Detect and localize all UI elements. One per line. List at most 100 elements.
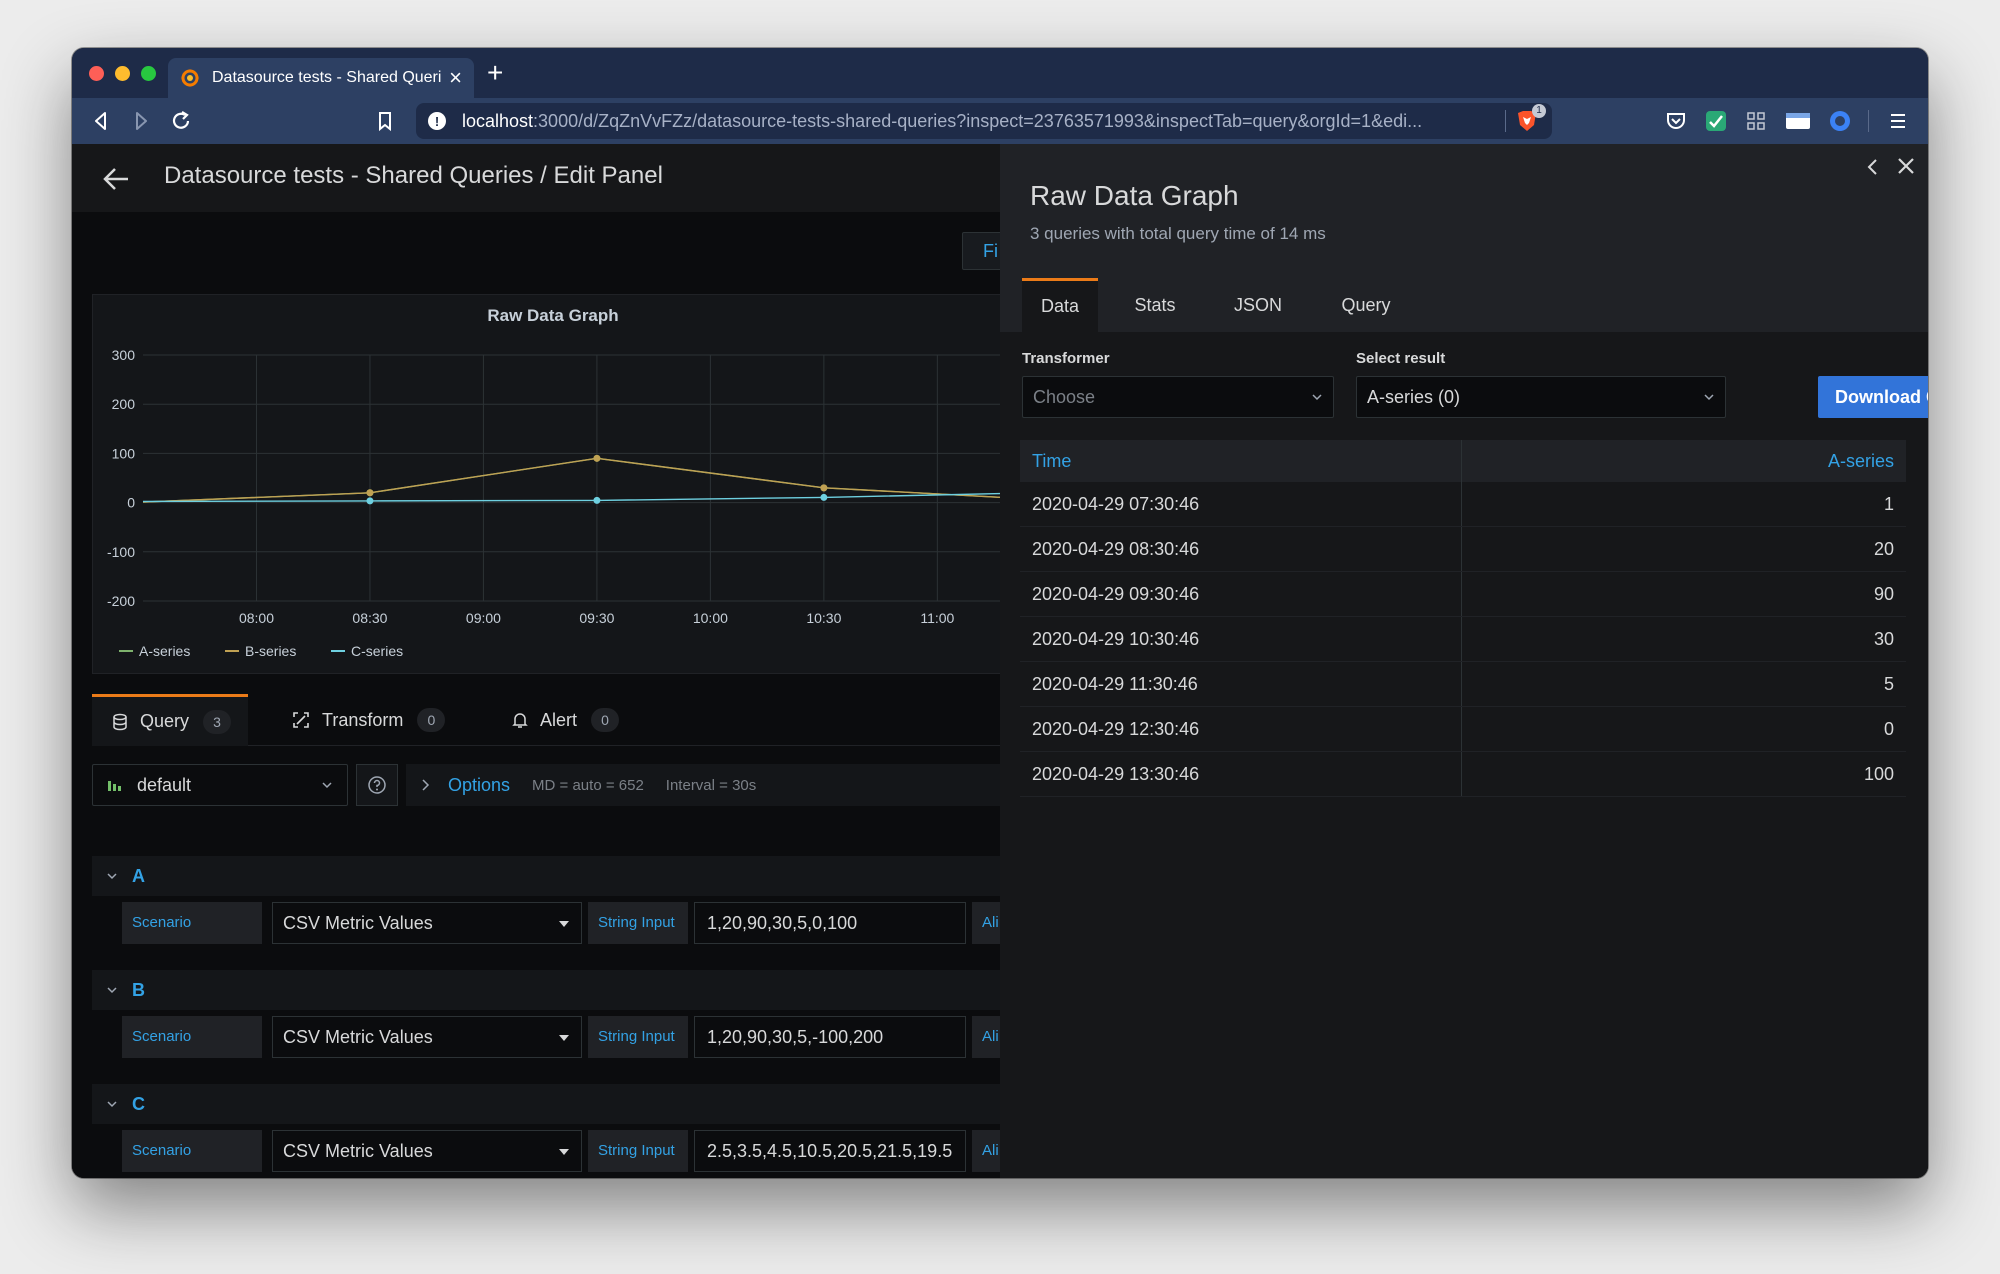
grafana-logo-icon: [181, 69, 199, 87]
bookmark-icon[interactable]: [372, 108, 398, 134]
inspect-header: Raw Data Graph 3 queries with total quer…: [1000, 144, 1928, 332]
datasource-row: default Options MD = auto = 652 Interval…: [92, 764, 1000, 806]
string-input-label: String Input: [588, 1130, 688, 1172]
browser-tab[interactable]: Datasource tests - Shared Queri ×: [168, 58, 474, 98]
caret-down-icon: [559, 1035, 569, 1041]
x-tick-label: 09:30: [579, 610, 614, 626]
column-header-a-series[interactable]: A-series: [1462, 440, 1906, 482]
scenario-select[interactable]: CSV Metric Values: [272, 1016, 582, 1058]
inspect-drawer: Raw Data Graph 3 queries with total quer…: [1000, 144, 1928, 1178]
tab-alert-count: 0: [591, 708, 620, 732]
datasource-picker[interactable]: default: [92, 764, 348, 806]
series-point: [366, 489, 374, 497]
string-input-field[interactable]: 2.5,3.5,4.5,10.5,20.5,21.5,19.5: [694, 1130, 966, 1172]
string-input-field[interactable]: 1,20,90,30,5,0,100: [694, 902, 966, 944]
brave-shields-icon[interactable]: 1: [1514, 104, 1546, 134]
maximize-window-button[interactable]: [141, 66, 156, 81]
time-cell: 2020-04-29 13:30:46: [1020, 752, 1462, 796]
download-csv-button[interactable]: Download CSV: [1818, 376, 1928, 418]
legend-entry: B-series: [245, 643, 296, 659]
tab-close-icon[interactable]: ×: [449, 67, 462, 89]
grid-extension-icon[interactable]: [1744, 109, 1768, 133]
alias-label: Ali: [972, 1016, 1000, 1058]
browser-tab-title: Datasource tests - Shared Queri: [212, 69, 442, 86]
chevron-down-icon: [1704, 394, 1714, 401]
transformer-select[interactable]: Choose: [1022, 376, 1334, 418]
y-tick-label: 100: [112, 445, 136, 461]
table-row: 2020-04-29 12:30:46 0: [1020, 707, 1906, 752]
address-bar[interactable]: ! localhost:3000/d/ZqZnVvFZz/datasource-…: [416, 103, 1552, 139]
transformer-label: Transformer: [1022, 350, 1110, 367]
graph-title: Raw Data Graph: [487, 306, 618, 325]
query-header[interactable]: A: [92, 856, 1000, 896]
y-tick-label: -200: [107, 593, 135, 609]
chevron-left-icon[interactable]: [1862, 156, 1884, 178]
table-row: 2020-04-29 07:30:46 1: [1020, 482, 1906, 527]
window-extension-icon[interactable]: [1784, 109, 1812, 133]
y-tick-label: 0: [127, 495, 135, 511]
tab-alert[interactable]: Alert 0: [512, 694, 632, 746]
back-icon[interactable]: [88, 108, 114, 134]
series-line: [142, 457, 1000, 503]
toolbar-divider: [1868, 110, 1869, 132]
url-text: localhost:3000/d/ZqZnVvFZz/datasource-te…: [462, 111, 1495, 132]
data-table: Time A-series 2020-04-29 07:30:46 1 2020…: [1020, 440, 1906, 797]
checkmark-extension-icon[interactable]: [1704, 109, 1728, 133]
tab-alert-label: Alert: [540, 709, 578, 730]
column-header-time[interactable]: Time: [1020, 440, 1462, 482]
url-host: localhost: [462, 110, 534, 131]
reload-icon[interactable]: [168, 108, 194, 134]
minimize-window-button[interactable]: [115, 66, 130, 81]
tab-inspect-query[interactable]: Query: [1316, 278, 1416, 332]
query-header[interactable]: B: [92, 970, 1000, 1010]
url-path: :3000/d/ZqZnVvFZz/datasource-tests-share…: [533, 110, 1423, 131]
series-point: [820, 493, 828, 501]
fill-toggle-button[interactable]: Fi: [962, 232, 1000, 270]
query-header[interactable]: C: [92, 1084, 1000, 1124]
query-row-b: B Scenario CSV Metric Values String Inpu…: [92, 970, 1000, 1064]
x-tick-label: 10:00: [693, 610, 728, 626]
page-title: Datasource tests - Shared Queries / Edit…: [164, 162, 663, 189]
pocket-icon[interactable]: [1664, 109, 1688, 133]
scenario-select[interactable]: CSV Metric Values: [272, 902, 582, 944]
graph-svg: Raw Data Graph 300 200 100 0 -100 -200 08:00 08:…: [107, 306, 1000, 659]
tab-json[interactable]: JSON: [1210, 278, 1306, 332]
browser-tabstrip: Datasource tests - Shared Queri × +: [72, 48, 1928, 98]
new-tab-button[interactable]: +: [487, 59, 503, 87]
legend-entry: A-series: [139, 643, 190, 659]
table-row: 2020-04-29 13:30:46 100: [1020, 752, 1906, 797]
time-cell: 2020-04-29 11:30:46: [1020, 662, 1462, 706]
tab-data[interactable]: Data: [1022, 278, 1098, 332]
help-button[interactable]: [356, 764, 398, 806]
max-data-points-info: MD = auto = 652: [532, 776, 644, 794]
y-tick-label: 300: [112, 347, 136, 363]
options-link[interactable]: Options: [448, 775, 510, 796]
tab-query[interactable]: Query 3: [92, 694, 248, 746]
tab-transform[interactable]: Transform 0: [292, 694, 452, 746]
select-result-label: Select result: [1356, 350, 1446, 367]
close-icon[interactable]: [1894, 154, 1918, 178]
series-point: [366, 497, 374, 505]
forward-icon[interactable]: [128, 108, 154, 134]
back-arrow-icon[interactable]: [102, 166, 130, 192]
tab-stats[interactable]: Stats: [1110, 278, 1200, 332]
graph-panel: Raw Data Graph 300 200 100 0 -100 -200 08:00 08:…: [92, 294, 1000, 674]
scenario-select[interactable]: CSV Metric Values: [272, 1130, 582, 1172]
select-result-value: A-series (0): [1367, 386, 1461, 407]
x-tick-label: 10:30: [806, 610, 841, 626]
select-result-select[interactable]: A-series (0): [1356, 376, 1726, 418]
url-separator: [1505, 110, 1506, 132]
query-row-a: A Scenario CSV Metric Values String Inpu…: [92, 856, 1000, 950]
value-cell: 0: [1883, 719, 1894, 739]
string-input-field[interactable]: 1,20,90,30,5,-100,200: [694, 1016, 966, 1058]
chevron-down-icon: [107, 1101, 117, 1108]
close-window-button[interactable]: [89, 66, 104, 81]
menu-icon[interactable]: [1886, 109, 1910, 133]
profile-icon[interactable]: [1828, 109, 1852, 133]
table-row: 2020-04-29 09:30:46 90: [1020, 572, 1906, 617]
tab-query-label: Query: [140, 711, 190, 731]
query-options-bar[interactable]: Options MD = auto = 652 Interval = 30s: [406, 764, 1000, 806]
table-row: 2020-04-29 10:30:46 30: [1020, 617, 1906, 662]
site-info-icon[interactable]: !: [428, 112, 446, 130]
time-cell: 2020-04-29 10:30:46: [1020, 617, 1462, 661]
